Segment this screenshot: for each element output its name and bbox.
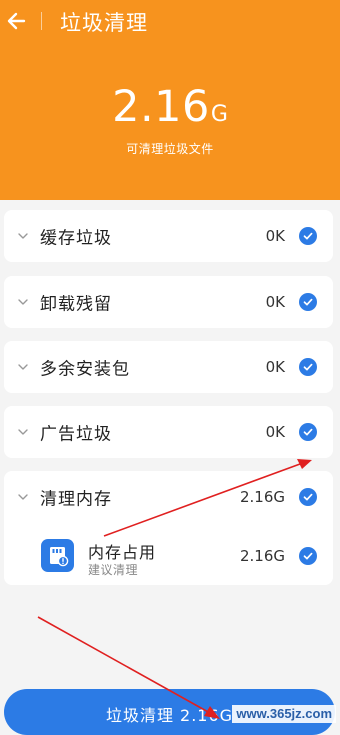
- junk-size-caption: 可清理垃圾文件: [126, 142, 214, 156]
- category-row-memory[interactable]: 清理内存 2.16G: [4, 471, 333, 523]
- category-card: 卸载残留 0K: [4, 276, 333, 328]
- check-icon: [303, 363, 313, 371]
- sub-item-name: 内存占用: [88, 543, 157, 562]
- watermark: www.365jz.com: [232, 705, 336, 723]
- check-icon: [303, 552, 313, 560]
- checkbox-checked[interactable]: [299, 293, 317, 311]
- check-icon: [303, 232, 313, 240]
- category-row-cache[interactable]: 缓存垃圾 0K: [4, 210, 333, 262]
- page-title: 垃圾清理: [60, 11, 148, 35]
- category-card: 多余安装包 0K: [4, 341, 333, 393]
- check-icon: [303, 298, 313, 306]
- checkbox-checked[interactable]: [299, 423, 317, 441]
- category-label: 广告垃圾: [40, 424, 112, 445]
- category-label: 清理内存: [40, 489, 112, 510]
- sub-item-size: 2.16G: [239, 547, 285, 565]
- category-card: 缓存垃圾 0K: [4, 210, 333, 262]
- chevron-down-icon: [18, 299, 28, 305]
- checkbox-checked[interactable]: [299, 547, 317, 565]
- chevron-down-icon: [18, 429, 28, 435]
- category-size: 2.16G: [239, 488, 285, 506]
- category-label: 卸载残留: [40, 294, 112, 315]
- junk-size-value: 2.16: [112, 82, 210, 132]
- category-size: 0K: [265, 293, 285, 311]
- title-divider: [41, 12, 42, 30]
- chevron-down-icon: [18, 364, 28, 370]
- junk-size-display: 2.16G: [0, 82, 340, 132]
- check-icon: [303, 428, 313, 436]
- header-banner: 垃圾清理 2.16G 可清理垃圾文件: [0, 0, 340, 200]
- arrow-left-icon: [7, 12, 26, 30]
- junk-size-unit: G: [210, 102, 228, 127]
- sub-item-hint: 建议清理: [88, 563, 139, 577]
- category-card-expanded: 清理内存 2.16G 内存占用 建议清理 2.16G: [4, 471, 333, 585]
- category-size: 0K: [265, 423, 285, 441]
- category-row-redundant-apk[interactable]: 多余安装包 0K: [4, 341, 333, 393]
- sub-item-memory-usage[interactable]: 内存占用 建议清理 2.16G: [4, 527, 333, 585]
- back-button[interactable]: [4, 8, 30, 34]
- checkbox-checked[interactable]: [299, 358, 317, 376]
- checkbox-checked[interactable]: [299, 488, 317, 506]
- category-row-uninstall-residue[interactable]: 卸载残留 0K: [4, 276, 333, 328]
- checkbox-checked[interactable]: [299, 227, 317, 245]
- chevron-down-icon: [18, 233, 28, 239]
- category-card: 广告垃圾 0K: [4, 406, 333, 458]
- annotation-arrowhead: [297, 459, 312, 469]
- top-bar: 垃圾清理: [0, 0, 340, 44]
- category-label: 缓存垃圾: [40, 228, 112, 249]
- category-size: 0K: [265, 358, 285, 376]
- category-size: 0K: [265, 227, 285, 245]
- chevron-down-icon: [18, 494, 28, 500]
- category-label: 多余安装包: [40, 359, 130, 380]
- memory-card-icon: [41, 539, 74, 572]
- category-row-ad-junk[interactable]: 广告垃圾 0K: [4, 406, 333, 458]
- check-icon: [303, 493, 313, 501]
